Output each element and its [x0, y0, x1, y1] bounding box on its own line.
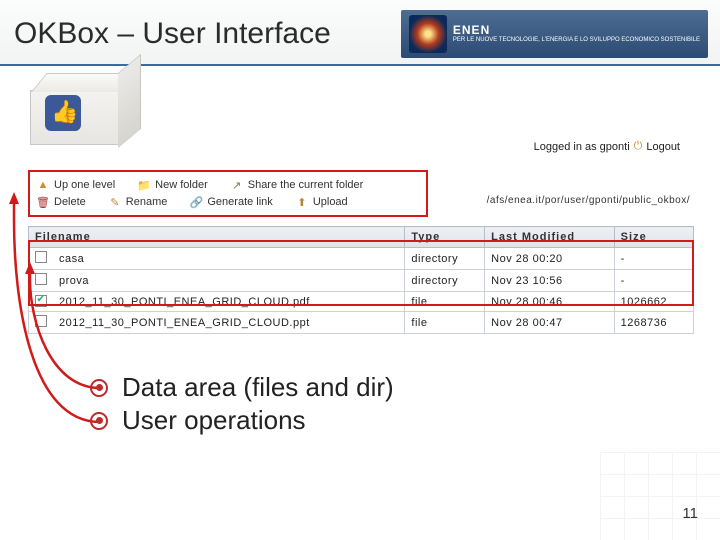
checkbox[interactable] — [35, 273, 47, 285]
file-type: file — [405, 292, 485, 312]
bullet-text: User operations — [122, 405, 306, 436]
upload-icon: ⬆ — [295, 195, 309, 209]
file-modified: Nov 28 00:46 — [485, 292, 615, 312]
bullet-item: Data area (files and dir) — [90, 372, 394, 403]
app-logo — [30, 90, 120, 145]
file-modified: Nov 28 00:47 — [485, 312, 615, 334]
new-folder-button[interactable]: 📁 New folder — [137, 178, 208, 192]
trash-icon: 🗑 — [36, 195, 50, 209]
col-filename: Filename — [29, 227, 405, 248]
bullet-text: Data area (files and dir) — [122, 372, 394, 403]
checkbox[interactable] — [35, 251, 47, 263]
rename-label: Rename — [126, 196, 168, 208]
file-type: file — [405, 312, 485, 334]
login-status: Logged in as gponti ⏻ Logout — [534, 140, 680, 153]
new-folder-label: New folder — [155, 179, 208, 191]
table-header-row: Filename Type Last Modified Size — [29, 227, 694, 248]
title-bar: OKBox – User Interface ENEN PER LE NUOVE… — [0, 0, 720, 66]
delete-button[interactable]: 🗑 Delete — [36, 195, 86, 209]
operations-toolbar: ▲ Up one level 📁 New folder ↗ Share the … — [28, 170, 428, 217]
up-arrow-icon: ▲ — [36, 178, 50, 192]
thumbs-up-icon — [45, 95, 81, 131]
slide-title: OKBox – User Interface — [14, 17, 331, 51]
rename-button[interactable]: ✎ Rename — [108, 195, 168, 209]
logout-link[interactable]: Logout — [646, 141, 680, 153]
checkbox[interactable] — [35, 295, 47, 307]
up-label: Up one level — [54, 179, 115, 191]
checkbox[interactable] — [35, 315, 47, 327]
brand-text: ENEN PER LE NUOVE TECNOLOGIE, L'ENERGIA … — [453, 24, 700, 44]
rename-icon: ✎ — [108, 195, 122, 209]
file-table: Filename Type Last Modified Size casa di… — [28, 226, 694, 334]
brand-emblem-icon — [409, 15, 447, 53]
table-row[interactable]: 2012_11_30_PONTI_ENEA_GRID_CLOUD.ppt fil… — [29, 312, 694, 334]
share-icon: ↗ — [230, 178, 244, 192]
brand-name: ENEN — [453, 24, 700, 37]
file-type: directory — [405, 270, 485, 292]
file-size: - — [614, 248, 693, 270]
bullet-item: User operations — [90, 405, 394, 436]
table-row[interactable]: casa directory Nov 28 00:20 - — [29, 248, 694, 270]
folder-plus-icon: 📁 — [137, 178, 151, 192]
bullet-dot-icon — [90, 412, 108, 430]
col-type: Type — [405, 227, 485, 248]
grid-decoration — [600, 452, 720, 540]
link-icon: 🔗 — [189, 195, 203, 209]
generate-link-button[interactable]: 🔗 Generate link — [189, 195, 272, 209]
brand-logo: ENEN PER LE NUOVE TECNOLOGIE, L'ENERGIA … — [401, 10, 708, 58]
generate-link-label: Generate link — [207, 196, 272, 208]
bullet-list: Data area (files and dir) User operation… — [90, 370, 394, 438]
share-label: Share the current folder — [248, 179, 364, 191]
file-name: 2012_11_30_PONTI_ENEA_GRID_CLOUD.ppt — [53, 312, 405, 334]
file-size: 1268736 — [614, 312, 693, 334]
delete-label: Delete — [54, 196, 86, 208]
file-name: casa — [53, 248, 405, 270]
share-folder-button[interactable]: ↗ Share the current folder — [230, 178, 364, 192]
power-icon: ⏻ — [634, 140, 643, 153]
table-row[interactable]: prova directory Nov 23 10:56 - — [29, 270, 694, 292]
logged-in-text: Logged in as gponti — [534, 141, 630, 153]
col-size: Size — [614, 227, 693, 248]
table-row[interactable]: 2012_11_30_PONTI_ENEA_GRID_CLOUD.pdf fil… — [29, 292, 694, 312]
current-path: /afs/enea.it/por/user/gponti/public_okbo… — [487, 195, 690, 206]
brand-tagline: PER LE NUOVE TECNOLOGIE, L'ENERGIA E LO … — [453, 37, 700, 44]
file-size: 1026662 — [614, 292, 693, 312]
upload-button[interactable]: ⬆ Upload — [295, 195, 348, 209]
upload-label: Upload — [313, 196, 348, 208]
col-modified: Last Modified — [485, 227, 615, 248]
page-number: 11 — [682, 505, 698, 522]
file-name: prova — [53, 270, 405, 292]
bullet-dot-icon — [90, 379, 108, 397]
file-name: 2012_11_30_PONTI_ENEA_GRID_CLOUD.pdf — [53, 292, 405, 312]
file-type: directory — [405, 248, 485, 270]
file-modified: Nov 23 10:56 — [485, 270, 615, 292]
up-one-level-button[interactable]: ▲ Up one level — [36, 178, 115, 192]
file-modified: Nov 28 00:20 — [485, 248, 615, 270]
file-size: - — [614, 270, 693, 292]
